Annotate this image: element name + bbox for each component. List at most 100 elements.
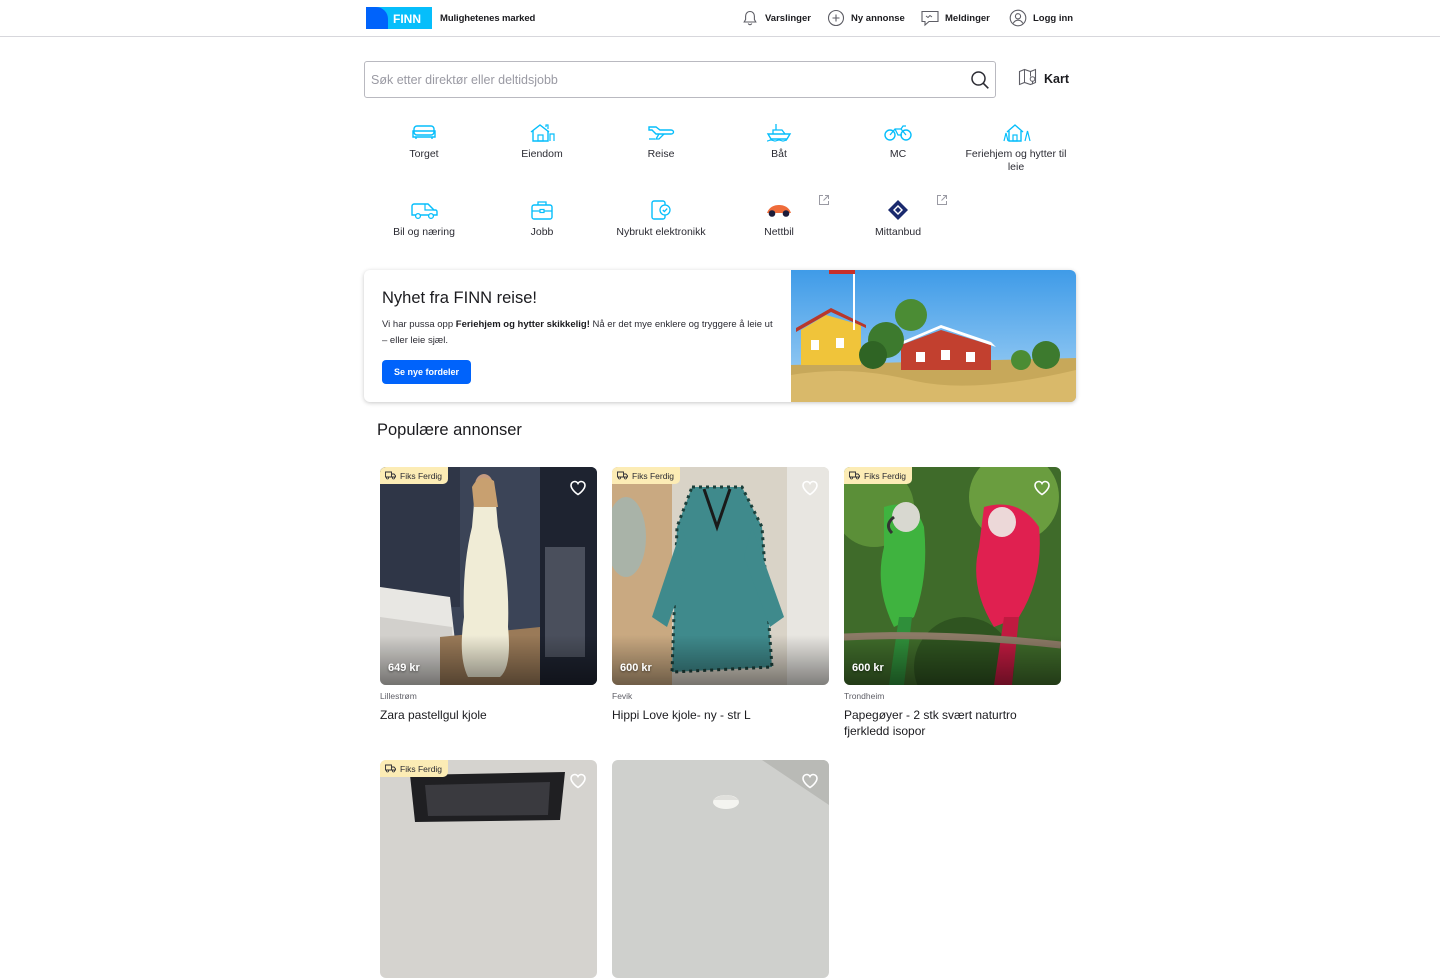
category-elektronikk[interactable]: Nybrukt elektronikk [602,199,720,239]
fiks-ferdig-badge: Fiks Ferdig [380,760,449,777]
listing-price: 600 kr [852,662,884,674]
listing-photo [612,760,829,978]
search-icon[interactable] [970,70,990,90]
fiks-ferdig-badge: Fiks Ferdig [612,467,681,484]
category-feriehjem[interactable]: Feriehjem og hytter til leie [957,121,1075,174]
airplane-icon [648,126,675,140]
category-label: Nettbil [764,226,794,238]
search-box [364,61,996,98]
briefcase-icon [531,201,553,220]
cabin-icon [1003,124,1031,142]
favorite-heart-icon[interactable] [801,479,819,497]
listing-card[interactable]: Fiks Ferdig 649 kr Lillestrøm Zara paste… [380,467,597,723]
listing-image: Fiks Ferdig [380,760,597,978]
boat-icon [766,124,792,142]
listing-location: Trondheim [844,691,885,701]
section-title: Populære annonser [377,421,522,439]
fiks-ferdig-badge: Fiks Ferdig [380,467,449,484]
map-icon [1018,68,1038,91]
search-input[interactable] [371,62,961,97]
plus-circle-icon [826,8,846,28]
banner-text-prefix: Vi har pussa opp [382,319,456,330]
listing-card[interactable]: Fiks Ferdig 600 kr Fevik Hippi Love kjol… [612,467,829,723]
map-button[interactable]: Kart [1018,68,1069,90]
favorite-heart-icon[interactable] [1033,479,1051,497]
category-label: MC [889,148,907,160]
category-label: Torget [409,148,439,160]
nav-login[interactable]: Logg inn [1008,7,1073,29]
bell-icon [740,8,760,28]
listing-title[interactable]: Hippi Love kjole- ny - str L [612,707,829,723]
badge-label: Fiks Ferdig [400,763,443,774]
finn-logo[interactable]: FINN Mulighetenes marked [366,7,535,29]
listing-title[interactable]: Papegøyer - 2 stk svært naturtro fjerkle… [844,707,1061,739]
sofa-icon [412,125,436,139]
external-link-icon [819,195,829,205]
nav-notifications-label: Varslinger [765,12,811,24]
truck-icon [617,471,628,480]
badge-label: Fiks Ferdig [864,470,907,481]
category-label: Jobb [530,226,554,238]
nav-new-ad-label: Ny annonse [851,12,905,24]
banner-text-bold: Feriehjem og hytter skikkelig! [455,319,590,330]
listing-image: Fiks Ferdig 600 kr [844,467,1061,685]
house-icon [530,124,555,142]
listing-image [612,760,829,978]
listing-card[interactable]: Fiks Ferdig 600 kr Trondheim Papegøyer -… [844,467,1061,739]
nav-new-ad[interactable]: Ny annonse [826,7,905,29]
category-mc[interactable]: MC [839,121,957,161]
map-label: Kart [1044,72,1070,86]
category-label: Mittanbud [874,226,922,238]
favorite-heart-icon[interactable] [569,479,587,497]
brand-tagline: Mulighetenes marked [440,12,536,24]
listing-image: Fiks Ferdig 600 kr [612,467,829,685]
listing-photo [380,760,597,978]
user-circle-icon [1008,8,1028,28]
category-label: Feriehjem og hytter til leie [965,148,1067,173]
listing-location: Lillestrøm [380,691,417,701]
chat-icon [920,8,940,28]
category-label: Bil og næring [393,226,455,238]
favorite-heart-icon[interactable] [801,772,819,790]
external-link-icon [937,195,947,205]
see-benefits-button[interactable]: Se nye fordeler [382,360,472,384]
category-label: Båt [771,148,787,160]
favorite-heart-icon[interactable] [569,772,587,790]
truck-icon [385,764,396,773]
category-label: Reise [647,148,675,160]
image-shade [380,635,597,685]
banner-photo [791,270,1076,402]
nav-messages-label: Meldinger [945,12,990,24]
category-bil[interactable]: Bil og næring [365,199,483,239]
truck-icon [849,471,860,480]
banner-text: Vi har pussa opp Feriehjem og hytter ski… [382,317,777,349]
listing-price: 649 kr [388,662,420,674]
nettbil-logo-icon [767,205,791,217]
listing-location: Fevik [612,691,633,701]
badge-label: Fiks Ferdig [632,470,675,481]
category-eiendom[interactable]: Eiendom [483,121,601,161]
category-bat[interactable]: Båt [720,121,838,161]
category-label: Eiendom [521,148,563,160]
fiks-ferdig-badge: Fiks Ferdig [844,467,913,484]
brand-text: FINN [393,12,421,26]
listing-card[interactable]: Fiks Ferdig [380,760,597,978]
top-bar: FINN Mulighetenes marked Varslinger Ny a… [0,0,1440,37]
category-torget[interactable]: Torget [365,121,483,161]
nav-notifications[interactable]: Varslinger [740,7,811,29]
van-icon [411,203,438,220]
category-jobb[interactable]: Jobb [483,199,601,239]
listing-price: 600 kr [620,662,652,674]
listing-title[interactable]: Zara pastellgul kjole [380,707,597,723]
listing-card[interactable] [612,760,829,978]
image-shade [612,635,829,685]
banner-title: Nyhet fra FINN reise! [382,289,537,307]
motorcycle-icon [884,125,912,141]
category-label: Nybrukt elektronikk [616,226,706,238]
category-reise[interactable]: Reise [602,121,720,161]
promo-banner: Nyhet fra FINN reise! Vi har pussa opp F… [364,270,1076,402]
nav-login-label: Logg inn [1033,12,1074,24]
nav-messages[interactable]: Meldinger [920,7,990,29]
finn-logo-icon: FINN [366,7,432,29]
mittanbud-logo-icon [888,200,908,220]
